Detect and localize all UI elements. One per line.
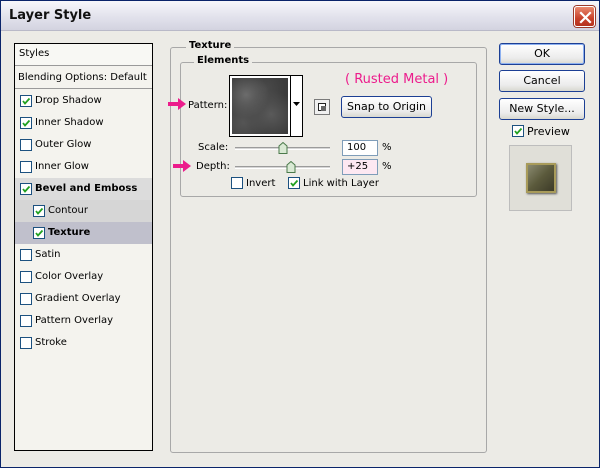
styles-header[interactable]: Styles — [15, 44, 152, 66]
scale-label: Scale: — [198, 142, 229, 153]
style-item-label: Outer Glow — [35, 139, 92, 150]
style-item-label: Inner Glow — [35, 161, 89, 172]
elements-group-title: Elements — [194, 55, 253, 66]
style-item-texture[interactable]: Texture — [15, 222, 152, 244]
style-item-label: Texture — [48, 227, 91, 238]
style-item-contour[interactable]: Contour — [15, 200, 152, 222]
color-overlay-checkbox[interactable] — [20, 271, 32, 283]
style-item-label: Stroke — [35, 337, 67, 348]
depth-slider-track[interactable] — [235, 166, 330, 169]
inner-shadow-checkbox[interactable] — [20, 117, 32, 129]
ok-button[interactable]: OK — [499, 43, 585, 65]
checkmark-icon — [22, 119, 31, 127]
pattern-swatch[interactable] — [229, 75, 291, 137]
drop-shadow-checkbox[interactable] — [20, 95, 32, 107]
preview-label: Preview — [527, 125, 570, 138]
new-preset-icon — [318, 103, 326, 111]
style-item-label: Color Overlay — [35, 271, 104, 282]
style-item-color-overlay[interactable]: Color Overlay — [15, 266, 152, 288]
triangle-down-icon — [293, 102, 300, 106]
style-item-drop-shadow[interactable]: Drop Shadow — [15, 90, 152, 112]
depth-input[interactable]: +25 — [342, 159, 378, 175]
style-preview-swatch — [526, 163, 556, 193]
style-item-blending-options[interactable]: Blending Options: Default — [15, 67, 152, 89]
checkmark-icon — [290, 179, 299, 187]
link-with-layer-checkbox[interactable] — [288, 177, 300, 189]
new-style-button[interactable]: New Style... — [499, 98, 585, 120]
style-item-label: Contour — [48, 205, 88, 216]
style-item-outer-glow[interactable]: Outer Glow — [15, 134, 152, 156]
invert-label: Invert — [246, 178, 276, 189]
checkmark-icon — [22, 97, 31, 105]
bevel-emboss-checkbox[interactable] — [20, 183, 32, 195]
invert-checkbox[interactable] — [231, 177, 243, 189]
style-item-label: Satin — [35, 249, 61, 260]
window-title: Layer Style — [9, 8, 92, 23]
style-item-inner-shadow[interactable]: Inner Shadow — [15, 112, 152, 134]
cancel-button[interactable]: Cancel — [499, 70, 585, 92]
checkmark-icon — [35, 207, 44, 215]
style-item-satin[interactable]: Satin — [15, 244, 152, 266]
style-item-label: Pattern Overlay — [35, 315, 114, 326]
checkmark-icon — [22, 185, 31, 193]
checkmark-icon — [35, 229, 44, 237]
gradient-overlay-checkbox[interactable] — [20, 293, 32, 305]
texture-group-title: Texture — [186, 40, 235, 51]
style-item-gradient-overlay[interactable]: Gradient Overlay — [15, 288, 152, 310]
style-item-inner-glow[interactable]: Inner Glow — [15, 156, 152, 178]
checkmark-icon — [514, 127, 523, 135]
styles-header-label: Styles — [19, 48, 50, 59]
depth-slider-thumb[interactable] — [286, 161, 296, 173]
depth-label: Depth: — [196, 161, 230, 172]
stroke-checkbox[interactable] — [20, 337, 32, 349]
close-button[interactable] — [574, 6, 595, 27]
styles-list: Styles Blending Options: Default Drop Sh… — [14, 43, 153, 451]
new-preset-button[interactable] — [314, 99, 330, 115]
style-item-pattern-overlay[interactable]: Pattern Overlay — [15, 310, 152, 332]
depth-unit: % — [382, 161, 392, 172]
style-item-label: Inner Shadow — [35, 117, 104, 128]
style-item-label: Blending Options: Default — [18, 72, 147, 83]
pink-arrow-icon — [168, 98, 186, 110]
texture-checkbox[interactable] — [33, 227, 45, 239]
pink-arrow-icon — [173, 160, 191, 172]
style-preview — [509, 145, 572, 211]
scale-slider-thumb[interactable] — [278, 142, 288, 154]
snap-to-origin-button[interactable]: Snap to Origin — [341, 96, 432, 118]
title-bar[interactable]: Layer Style — [1, 1, 599, 31]
outer-glow-checkbox[interactable] — [20, 139, 32, 151]
inner-glow-checkbox[interactable] — [20, 161, 32, 173]
pattern-label: Pattern: — [188, 100, 228, 111]
link-with-layer-label: Link with Layer — [303, 178, 379, 189]
rusted-metal-texture — [232, 78, 288, 134]
preview-checkbox[interactable] — [512, 125, 524, 137]
style-item-stroke[interactable]: Stroke — [15, 332, 152, 354]
satin-checkbox[interactable] — [20, 249, 32, 261]
pattern-picker-dropdown[interactable] — [291, 75, 303, 137]
style-item-bevel-and-emboss[interactable]: Bevel and Emboss — [15, 178, 152, 200]
contour-checkbox[interactable] — [33, 205, 45, 217]
style-item-label: Gradient Overlay — [35, 293, 121, 304]
style-item-label: Drop Shadow — [35, 95, 102, 106]
close-icon — [579, 11, 592, 24]
scale-input[interactable]: 100 — [342, 140, 378, 156]
style-item-label: Bevel and Emboss — [35, 183, 138, 194]
pattern-overlay-checkbox[interactable] — [20, 315, 32, 327]
scale-unit: % — [382, 142, 392, 153]
rusted-metal-annotation: ( Rusted Metal ) — [345, 72, 449, 87]
